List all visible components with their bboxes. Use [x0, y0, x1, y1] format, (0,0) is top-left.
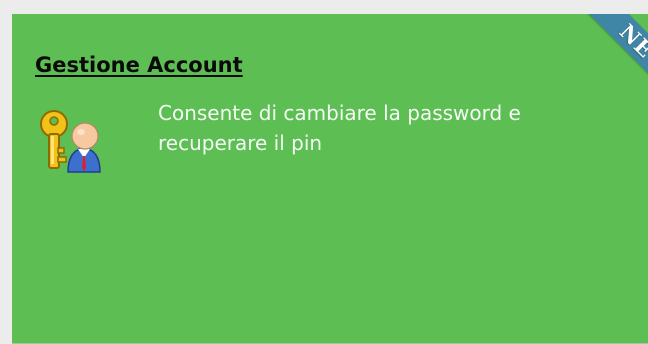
- account-management-card[interactable]: Gestione Account Consente di cambiare la…: [12, 14, 648, 344]
- new-badge-text: NEW: [614, 18, 648, 81]
- new-ribbon-band: NEW: [574, 14, 648, 120]
- new-ribbon: NEW: [552, 14, 648, 120]
- card-title-link[interactable]: Gestione Account: [35, 53, 243, 77]
- page-background: Gestione Account Consente di cambiare la…: [0, 0, 648, 344]
- key-user-icon: [38, 106, 106, 174]
